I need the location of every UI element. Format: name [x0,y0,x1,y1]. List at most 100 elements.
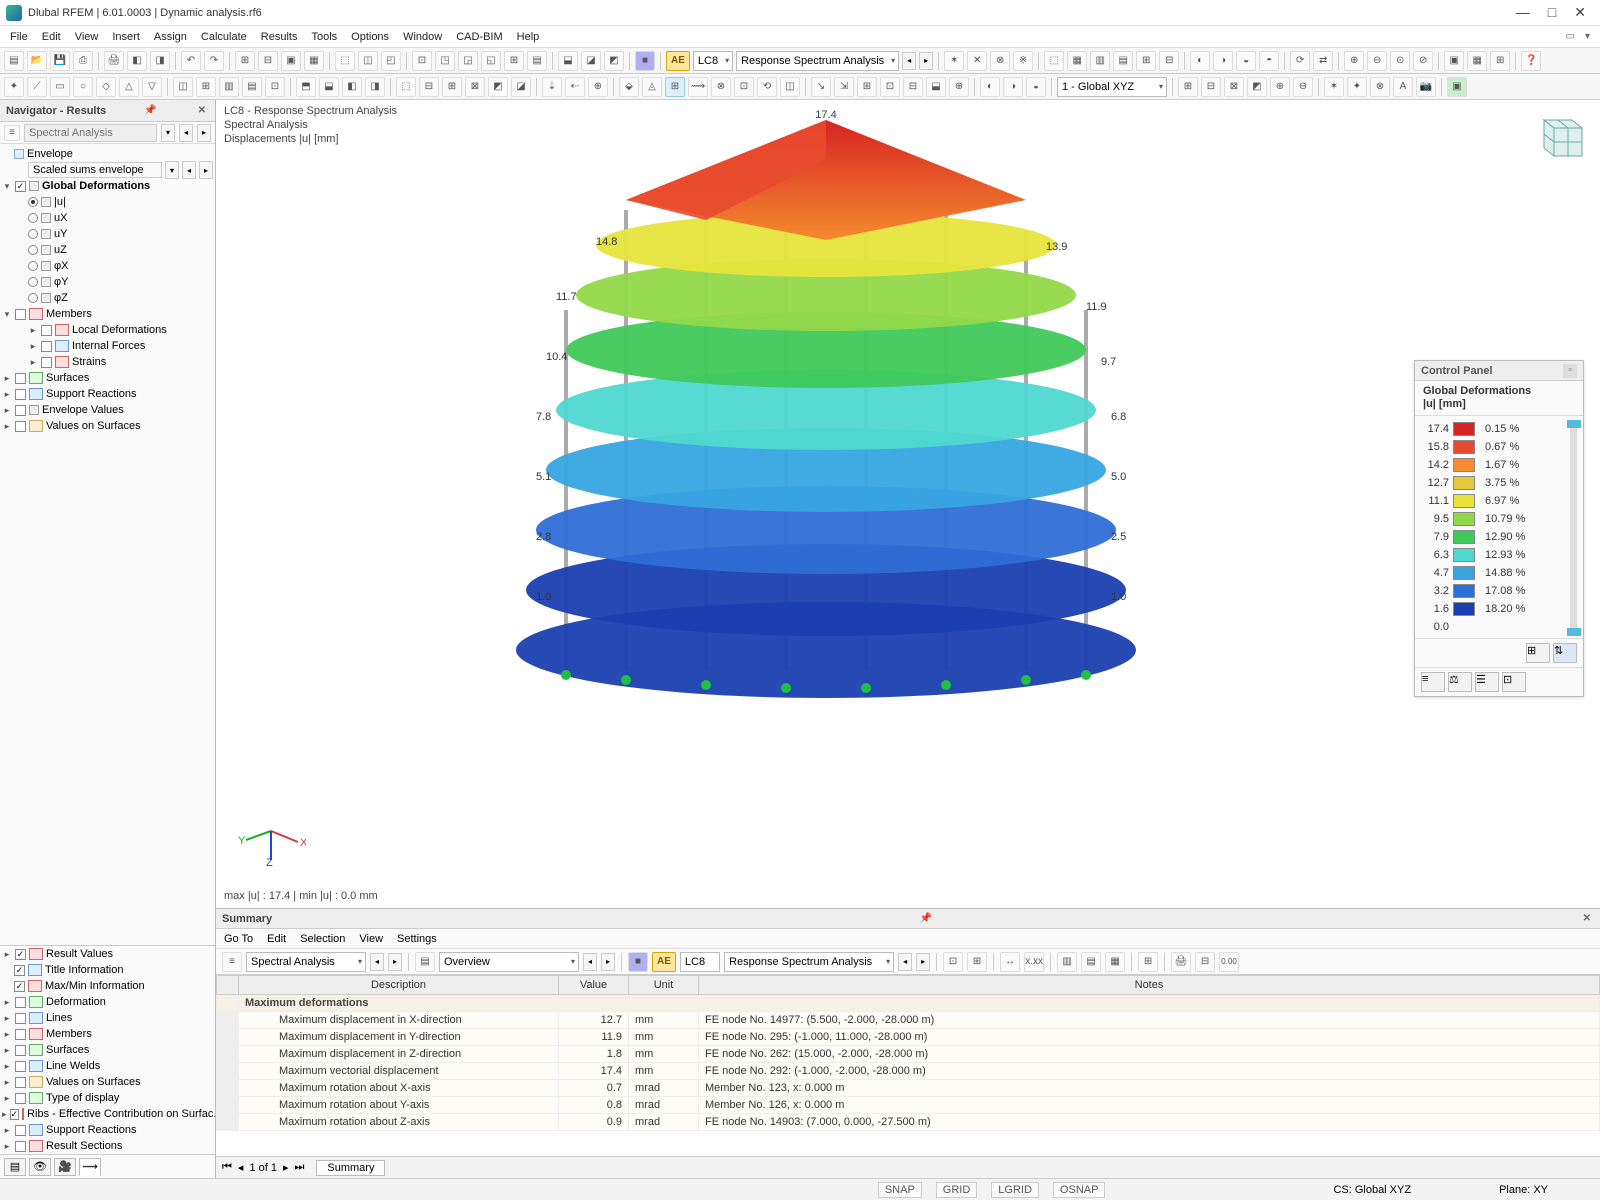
tb-btn[interactable]: ◧ [127,51,147,71]
tb-btn[interactable]: ⟳ [1290,51,1310,71]
tb-deformation[interactable]: ▸Deformation [0,994,215,1010]
tb-lines[interactable]: ▸Lines [0,1010,215,1026]
table-row[interactable]: Maximum vectorial displacement17.4mmFE n… [217,1063,1600,1080]
tb-btn[interactable]: ◫ [780,77,800,97]
table-row[interactable]: Maximum rotation about X-axis0.7mradMemb… [217,1080,1600,1097]
tree-phiy[interactable]: φY [0,274,215,290]
tree-support[interactable]: ▸Support Reactions [0,386,215,402]
tb-btn[interactable]: ⟋ [27,77,47,97]
tb-btn[interactable]: ◨ [365,77,385,97]
tb-btn[interactable]: ⬓ [926,77,946,97]
tb-maxmin[interactable]: ✓Max/Min Information [0,978,215,994]
sum-btn[interactable]: ▦ [1105,952,1125,972]
tb-btn[interactable]: ⇣ [542,77,562,97]
tb-btn[interactable]: ▣ [1444,51,1464,71]
tb-btn[interactable]: ◒ [1236,51,1256,71]
tb-btn[interactable]: ⊡ [265,77,285,97]
tb-btn[interactable]: ◰ [381,51,401,71]
sum-lc-desc[interactable]: Response Spectrum Analysis▾ [724,952,894,972]
sum-btn[interactable]: ⊟ [1195,952,1215,972]
tb-btn[interactable]: ◩ [604,51,624,71]
tb-btn[interactable]: ⊞ [1136,51,1156,71]
tb-btn[interactable]: ◪ [511,77,531,97]
cp-close-icon[interactable]: ▫ [1563,364,1577,378]
page-last-icon[interactable]: ⏭ [295,1161,305,1174]
nav-tab-2[interactable]: 👁 [29,1158,51,1176]
tb-btn[interactable]: ⊗ [1370,77,1390,97]
tb-result-sections[interactable]: ▸Result Sections [0,1138,215,1154]
nav-tab-4[interactable]: ⟿ [79,1158,101,1176]
tb-btn[interactable]: ⬚ [1044,51,1064,71]
table-row[interactable]: Maximum displacement in Y-direction11.9m… [217,1029,1600,1046]
tb-btn[interactable]: ◑ [1003,77,1023,97]
sum-prev-icon[interactable]: ◂ [370,953,384,971]
tb-btn[interactable]: ◱ [481,51,501,71]
tb-btn[interactable]: △ [119,77,139,97]
tb-btn[interactable]: ⬚ [335,51,355,71]
tb-btn[interactable]: ⊠ [465,77,485,97]
tb-btn[interactable]: ■ [635,51,655,71]
ribbon-min-icon[interactable]: ▭ [1566,31,1575,42]
tree-phiz[interactable]: φZ [0,290,215,306]
table-row[interactable]: Maximum displacement in X-direction12.7m… [217,1012,1600,1029]
tb-btn[interactable]: ▦ [1467,51,1487,71]
tb-analysis-combo[interactable]: Response Spectrum Analysis▾ [736,51,899,71]
tb-btn[interactable]: ⬚ [396,77,416,97]
tb-cs-combo[interactable]: 1 - Global XYZ▾ [1057,77,1167,97]
tb-btn[interactable]: ◇ [96,77,116,97]
orientation-cube[interactable] [1526,106,1590,170]
viewport-3d[interactable]: LC8 - Response Spectrum Analysis Spectra… [216,100,1600,908]
tb-surfaces[interactable]: ▸Surfaces [0,1042,215,1058]
sum-prev2-icon[interactable]: ◂ [583,953,597,971]
tb-btn[interactable]: ⊗ [990,51,1010,71]
tree-u[interactable]: |u| [0,194,215,210]
close-icon[interactable]: ✕ [1580,913,1594,924]
tb-result-values[interactable]: ▸✓Result Values [0,946,215,962]
tb-btn[interactable]: ⇠ [565,77,585,97]
tree-phix[interactable]: φX [0,258,215,274]
sum-ae-tag[interactable]: AE [652,952,676,972]
menu-results[interactable]: Results [261,31,298,43]
nav-filter-icon[interactable]: ≡ [4,125,20,141]
sum-next3-icon[interactable]: ▸ [916,953,930,971]
sum-btn[interactable]: ■ [628,952,648,972]
tb-btn[interactable]: ▭ [50,77,70,97]
tb-btn[interactable]: ▤ [242,77,262,97]
menu-view[interactable]: View [75,31,99,43]
tb-btn[interactable]: ◐ [980,77,1000,97]
tb-btn[interactable]: ⊡ [412,51,432,71]
tb-members[interactable]: ▸Members [0,1026,215,1042]
tb-btn[interactable]: ⊕ [1344,51,1364,71]
tb-btn[interactable]: ⊞ [857,77,877,97]
tb-btn[interactable]: ⇄ [1313,51,1333,71]
tb-redo-icon[interactable]: ↷ [204,51,224,71]
tb-btn[interactable]: ◲ [458,51,478,71]
tb-btn[interactable]: ✶ [1324,77,1344,97]
tb-btn[interactable]: ⊕ [949,77,969,97]
tb-btn[interactable]: ⊙ [1390,51,1410,71]
tb-btn[interactable]: ▥ [219,77,239,97]
pin-icon[interactable]: 📌 [917,913,935,924]
tb-btn[interactable]: ⊕ [588,77,608,97]
tree-ux[interactable]: uX [0,210,215,226]
tree-strains[interactable]: ▸Strains [0,354,215,370]
tb-btn[interactable]: ⊕ [1270,77,1290,97]
tb-btn[interactable]: ✶ [944,51,964,71]
tb-btn[interactable]: ✕ [967,51,987,71]
tree-surfaces[interactable]: ▸Surfaces [0,370,215,386]
pin-icon[interactable]: 📌 [141,105,159,116]
tb-ae-tag[interactable]: AE [666,51,690,71]
tb-ribs[interactable]: ▸✓Ribs - Effective Contribution on Surfa… [0,1106,215,1122]
envelope-combo[interactable]: Scaled sums envelope▾◂▸ [0,162,215,178]
tb-btn[interactable]: ⬓ [319,77,339,97]
tb-btn[interactable]: ⊖ [1367,51,1387,71]
summary-tab[interactable]: Summary [316,1160,385,1176]
cp-tab[interactable]: ⊡ [1502,672,1526,692]
page-next-icon[interactable]: ▸ [283,1161,289,1174]
tb-btn[interactable]: ⊖ [1293,77,1313,97]
cp-tab[interactable]: ≡ [1421,672,1445,692]
tb-btn[interactable]: ⊞ [1490,51,1510,71]
tb-btn[interactable]: ⬒ [296,77,316,97]
tree-internal-forces[interactable]: ▸Internal Forces [0,338,215,354]
close-icon[interactable]: ✕ [195,105,209,116]
